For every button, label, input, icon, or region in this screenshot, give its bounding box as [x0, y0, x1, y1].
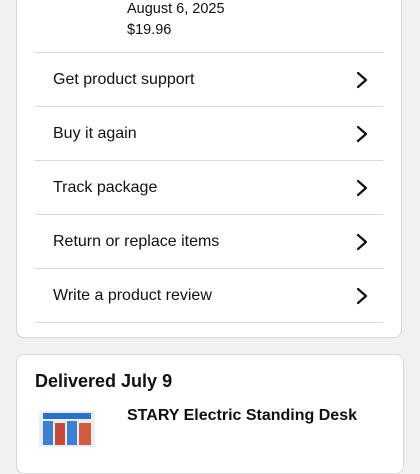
order-actions-list: Get product support Buy it again Track p…: [35, 52, 383, 323]
action-label: Return or replace items: [53, 232, 220, 250]
chevron-right-icon: [356, 233, 368, 250]
delivered-order-card: Delivered July 9 STARY Electric Standing…: [16, 354, 404, 474]
chevron-right-icon: [356, 125, 368, 142]
chevron-right-icon: [356, 179, 368, 196]
order-date: August 6, 2025: [127, 1, 225, 17]
get-product-support-button[interactable]: Get product support: [35, 53, 383, 107]
chevron-right-icon: [356, 71, 368, 88]
buy-it-again-button[interactable]: Buy it again: [35, 107, 383, 161]
action-label: Track package: [53, 178, 158, 196]
action-label: Get product support: [53, 70, 195, 88]
track-package-button[interactable]: Track package: [35, 161, 383, 215]
return-or-replace-button[interactable]: Return or replace items: [35, 215, 383, 269]
chevron-right-icon: [356, 287, 368, 304]
action-label: Write a product review: [53, 286, 212, 304]
product-title-link[interactable]: STARY Electric Standing Desk: [127, 407, 357, 425]
product-thumbnail[interactable]: [39, 407, 95, 447]
order-card: August 6, 2025 $19.96 Get product suppor…: [16, 0, 402, 338]
write-review-button[interactable]: Write a product review: [35, 269, 383, 323]
order-meta: August 6, 2025 $19.96: [127, 0, 225, 41]
delivery-status-heading: Delivered July 9: [35, 371, 173, 391]
order-price: $19.96: [127, 22, 172, 38]
action-label: Buy it again: [53, 124, 137, 142]
